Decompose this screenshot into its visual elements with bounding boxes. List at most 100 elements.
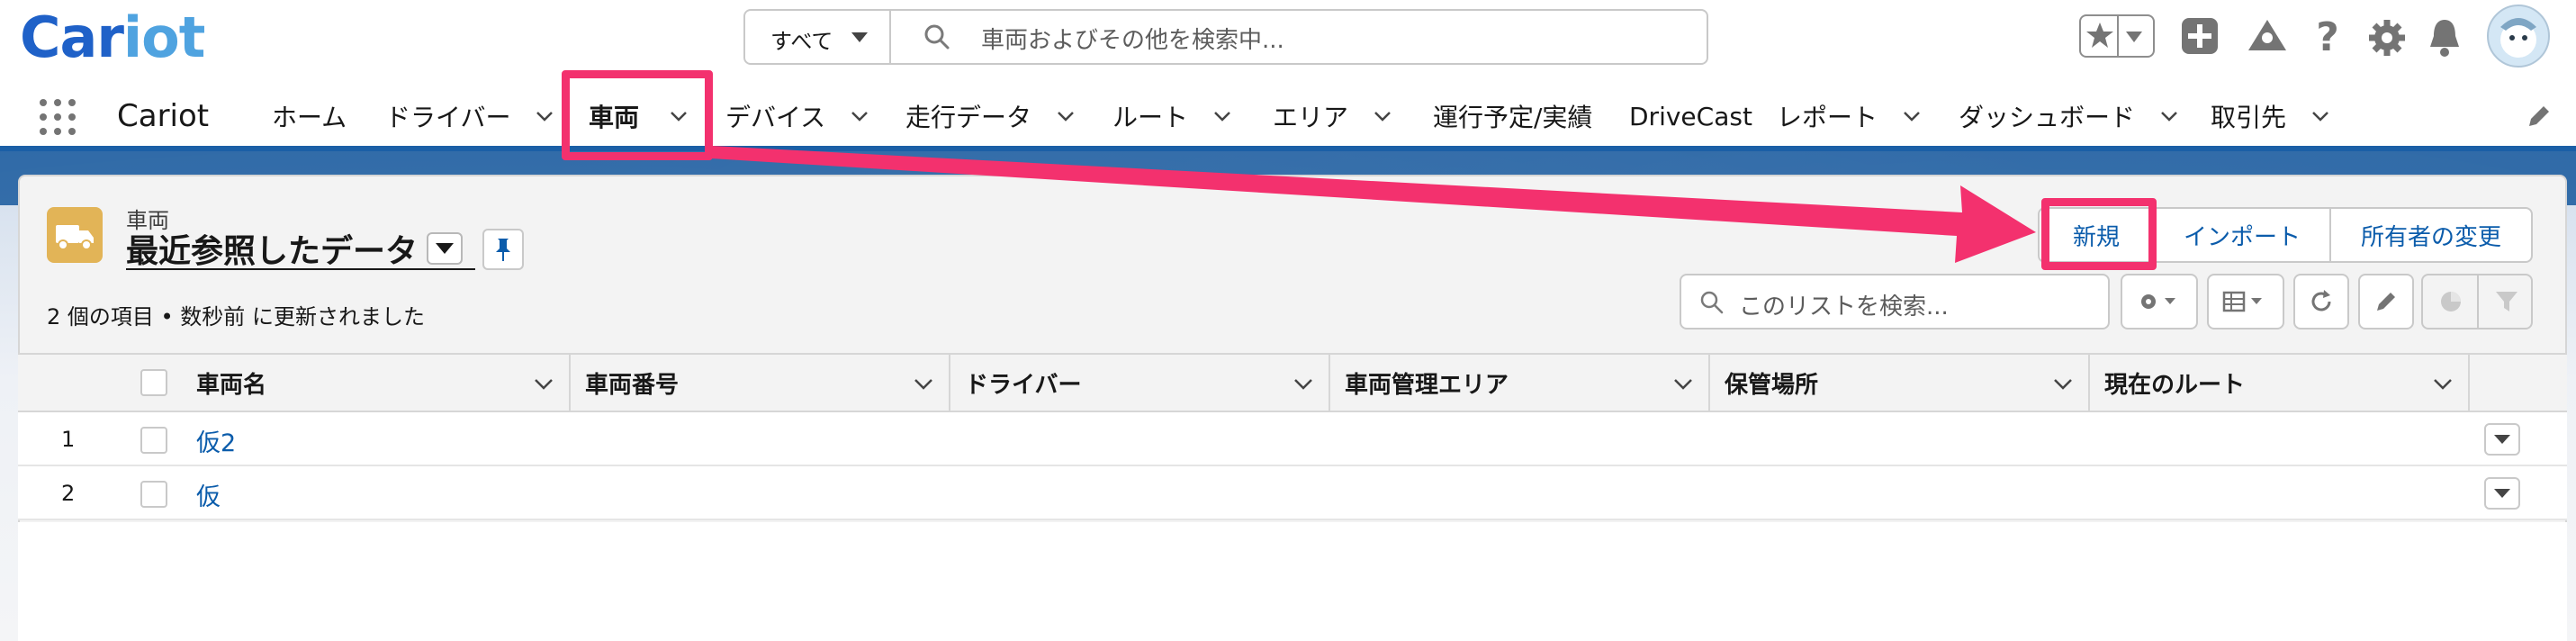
column-header-current-route[interactable]: 現在のルート — [2104, 355, 2245, 411]
select-all-checkbox[interactable] — [140, 369, 167, 396]
caret-down-icon — [2494, 435, 2510, 444]
nav-item-label: デバイス — [725, 103, 826, 132]
chevron-down-icon[interactable] — [2052, 373, 2074, 394]
nav-item-areas[interactable]: エリア — [1273, 86, 1392, 146]
column-header-management-area[interactable]: 車両管理エリア — [1345, 355, 1509, 411]
table-row: 2 仮 — [18, 466, 2567, 520]
pin-list-button[interactable] — [482, 229, 524, 270]
row-checkbox[interactable] — [140, 481, 167, 508]
list-search-placeholder: このリストを検索... — [1739, 293, 1949, 320]
chevron-down-icon[interactable] — [1672, 373, 1694, 394]
nav-item-label: ホーム — [272, 103, 347, 132]
chevron-down-icon[interactable] — [2311, 107, 2329, 125]
nav-item-label: DriveCast — [1629, 101, 1752, 131]
refresh-button[interactable] — [2293, 274, 2349, 330]
list-search-input[interactable]: このリストを検索... — [1680, 274, 2110, 330]
search-scope-label: すべて — [770, 29, 833, 54]
nav-item-devices[interactable]: デバイス — [725, 86, 869, 146]
import-button[interactable]: インポート — [2155, 209, 2329, 261]
gear-icon — [2141, 294, 2175, 309]
refresh-icon — [2311, 290, 2331, 311]
row-checkbox[interactable] — [140, 427, 167, 454]
star-icon — [2086, 23, 2113, 48]
nav-item-label: エリア — [1273, 103, 1349, 132]
vehicle-name-link[interactable]: 仮2 — [196, 423, 236, 458]
chevron-down-icon[interactable] — [1213, 107, 1231, 125]
search-input[interactable]: 車両およびその他を検索中... — [981, 22, 1284, 55]
table-header: 車両名 車両番号 ドライバー 車両管理エリア 保管場所 現在のルート — [18, 353, 2567, 412]
truck-icon — [56, 225, 94, 250]
chevron-down-icon[interactable] — [1903, 107, 1921, 125]
user-avatar[interactable] — [2486, 4, 2551, 68]
nav-item-label: レポート — [1777, 103, 1878, 132]
column-separator[interactable] — [2468, 355, 2470, 411]
column-separator[interactable] — [1329, 355, 1330, 411]
row-number: 1 — [61, 427, 76, 452]
table-empty-area — [18, 522, 2567, 641]
trailhead-icon[interactable] — [2247, 16, 2288, 56]
nav-item-label: ドライバー — [385, 103, 511, 132]
table-icon — [2222, 291, 2262, 312]
button-separator — [2477, 275, 2479, 328]
chevron-down-icon[interactable] — [536, 107, 554, 125]
chevron-down-icon[interactable] — [851, 107, 869, 125]
gear-icon[interactable] — [2367, 18, 2407, 58]
vehicle-name-link[interactable]: 仮 — [196, 477, 221, 512]
search-scope-dropdown[interactable]: すべて — [745, 11, 891, 63]
column-separator[interactable] — [949, 355, 950, 411]
column-separator[interactable] — [1708, 355, 1710, 411]
list-settings-button[interactable] — [2121, 274, 2198, 330]
filter-icon — [2496, 292, 2517, 311]
help-icon[interactable]: ? — [2311, 14, 2344, 58]
column-separator[interactable] — [569, 355, 571, 411]
nav-item-reports[interactable]: レポート — [1777, 86, 1921, 146]
app-logo[interactable]: Cariot — [20, 2, 205, 74]
caret-down-icon[interactable] — [2124, 29, 2144, 45]
chevron-down-icon[interactable] — [913, 373, 934, 394]
row-action-menu[interactable] — [2484, 423, 2520, 456]
search-icon — [1700, 291, 1724, 314]
column-separator[interactable] — [2088, 355, 2090, 411]
app-nav-bar: Cariot ホーム ドライバー 車両 デバイス 走行データ ルート エリア 運… — [0, 86, 2576, 146]
nav-item-label: 運行予定/実績 — [1433, 103, 1593, 132]
vehicle-object-icon — [47, 207, 103, 263]
app-launcher-icon[interactable] — [38, 97, 77, 137]
edit-nav-icon[interactable] — [2526, 103, 2553, 130]
nav-item-drivecast[interactable]: DriveCast — [1629, 86, 1752, 146]
change-owner-button[interactable]: 所有者の変更 — [2331, 209, 2531, 261]
list-view-picker-button[interactable] — [427, 232, 463, 265]
nav-item-label: ルート — [1112, 103, 1189, 132]
nav-item-drivers[interactable]: ドライバー — [385, 86, 554, 146]
row-action-menu[interactable] — [2484, 477, 2520, 510]
nav-item-dashboards[interactable]: ダッシュボード — [1959, 86, 2178, 146]
column-header-vehicle-number[interactable]: 車両番号 — [585, 355, 679, 411]
chevron-down-icon[interactable] — [2160, 107, 2178, 125]
nav-item-routes[interactable]: ルート — [1112, 86, 1231, 146]
charts-button[interactable] — [2421, 274, 2533, 330]
chevron-down-icon[interactable] — [533, 373, 554, 394]
nav-item-label: ダッシュボード — [1959, 103, 2136, 132]
global-search: すべて 車両およびその他を検索中... — [743, 9, 1708, 65]
chevron-down-icon[interactable] — [1293, 373, 1314, 394]
list-view-title[interactable]: 最近参照したデータ — [126, 225, 418, 272]
nav-item-drive-data[interactable]: 走行データ — [905, 86, 1075, 146]
nav-item-home[interactable]: ホーム — [272, 86, 347, 146]
add-icon[interactable] — [2180, 16, 2220, 56]
nav-item-accounts[interactable]: 取引先 — [2211, 86, 2329, 146]
list-status-text: 2 個の項目 • 数秒前 に更新されました — [47, 304, 425, 330]
app-name: Cariot — [117, 98, 210, 134]
inline-edit-button[interactable] — [2358, 274, 2414, 330]
display-as-button[interactable] — [2207, 274, 2284, 330]
global-header: Cariot すべて 車両およびその他を検索中... ? — [0, 0, 2576, 86]
nav-item-operation-plans[interactable]: 運行予定/実績 — [1433, 86, 1592, 146]
column-header-storage-location[interactable]: 保管場所 — [1725, 355, 1818, 411]
caret-down-icon — [2494, 489, 2510, 498]
nav-item-label: 走行データ — [905, 103, 1032, 132]
notification-bell-icon[interactable] — [2427, 16, 2463, 58]
chevron-down-icon[interactable] — [1374, 107, 1392, 125]
column-header-vehicle-name[interactable]: 車両名 — [196, 355, 266, 411]
chevron-down-icon[interactable] — [2432, 373, 2454, 394]
title-underline — [126, 268, 475, 270]
chevron-down-icon[interactable] — [1057, 107, 1075, 125]
column-header-driver[interactable]: ドライバー — [965, 355, 1081, 411]
